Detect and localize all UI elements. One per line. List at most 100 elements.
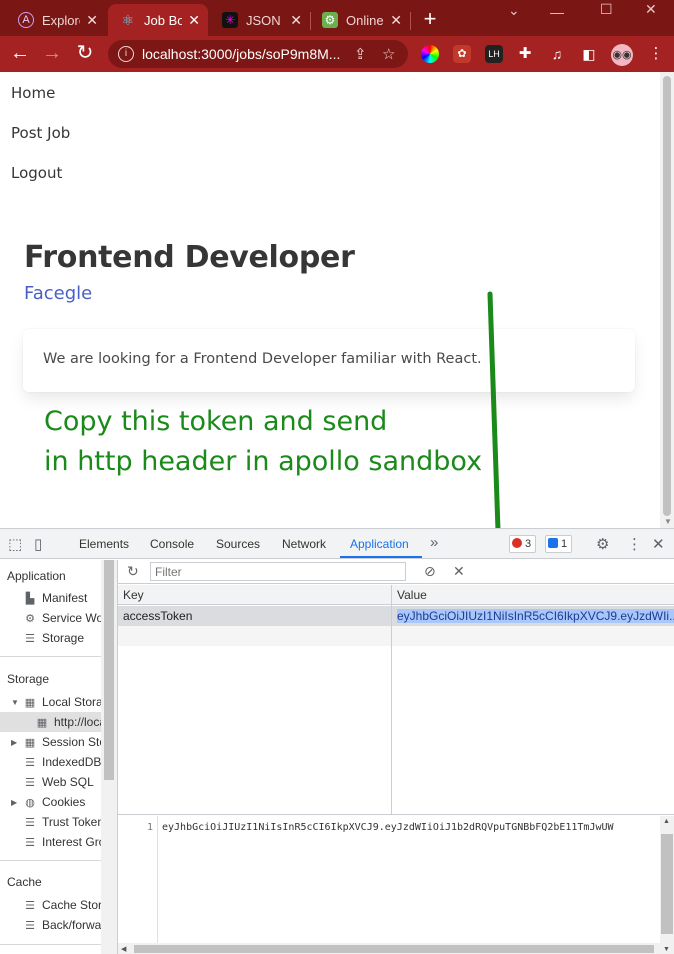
- site-info-icon[interactable]: i: [118, 46, 134, 62]
- nav-post-job-link[interactable]: Post Job: [11, 124, 70, 142]
- more-menu-icon[interactable]: ⋮: [647, 45, 665, 63]
- value-cell-text[interactable]: eyJhbGciOiJIUzI1NiIsInR5cCI6IkpXVCJ9.eyJ…: [397, 609, 674, 623]
- gear-icon: ⚙: [322, 12, 338, 28]
- preview-vertical-scrollbar[interactable]: ▲ ▼: [660, 816, 674, 954]
- database-icon: ☰: [25, 817, 35, 829]
- puzzle-extensions-icon[interactable]: ✚: [516, 45, 534, 63]
- back-arrow-icon[interactable]: ←: [8, 42, 32, 64]
- browser-tab-job-board[interactable]: ⚛ Job Board ✕: [108, 4, 208, 36]
- sidebar-item-trust-tokens[interactable]: ☰ Trust Tokens: [24, 812, 104, 832]
- sidebar-item-localhost-origin[interactable]: ▦ http://localhost:3000: [0, 712, 101, 732]
- refresh-icon[interactable]: ↻: [127, 563, 139, 580]
- job-title: Frontend Developer: [24, 240, 355, 275]
- nav-home-link[interactable]: Home: [11, 84, 55, 102]
- profile-avatar[interactable]: ◉◉: [611, 44, 633, 66]
- browser-tab-jwt[interactable]: ✳ JSON Web Tokens ✕: [210, 4, 310, 36]
- side-panel-icon[interactable]: ◧: [580, 45, 598, 63]
- more-tabs-icon[interactable]: »: [430, 534, 438, 551]
- sidebar-item-web-sql[interactable]: ☰ Web SQL: [24, 772, 104, 792]
- key-cell[interactable]: accessToken: [118, 606, 391, 626]
- tab-console[interactable]: Console: [150, 537, 194, 551]
- arrow-shaft: [487, 291, 502, 563]
- table-grid-icon: ▦: [24, 697, 36, 709]
- sidebar-item-session-storage[interactable]: ▦ Session Storage: [24, 732, 104, 752]
- nav-logout-link[interactable]: Logout: [11, 164, 62, 182]
- sidebar-item-label: IndexedDB: [42, 755, 102, 769]
- delete-selected-icon[interactable]: ✕: [453, 563, 465, 580]
- maximize-icon[interactable]: ☐: [600, 1, 613, 18]
- minimize-icon[interactable]: —: [550, 4, 564, 20]
- value-column-header[interactable]: Value: [392, 585, 674, 605]
- sidebar-item-storage-overview[interactable]: ☰ Storage: [24, 628, 104, 648]
- close-window-icon[interactable]: ✕: [645, 1, 657, 18]
- scrollbar-thumb[interactable]: [134, 945, 654, 953]
- page-scrollbar[interactable]: ▼: [660, 72, 674, 528]
- bookmark-star-icon[interactable]: ☆: [382, 45, 395, 63]
- tab-network[interactable]: Network: [282, 537, 326, 551]
- sidebar-item-label: Service Workers: [42, 611, 104, 625]
- reload-icon[interactable]: ↻: [73, 42, 97, 64]
- sidebar-scrollbar[interactable]: [101, 560, 117, 954]
- extension-icon[interactable]: ✿: [453, 45, 471, 63]
- browser-toolbar: ← → ↻ i localhost:3000/jobs/soP9m8M... ⇪…: [0, 36, 674, 72]
- sidebar-item-indexeddb[interactable]: ☰ IndexedDB: [24, 752, 104, 772]
- share-icon[interactable]: ⇪: [354, 45, 367, 63]
- tab-application[interactable]: Application: [350, 537, 409, 551]
- error-count-badge[interactable]: 3: [509, 535, 537, 553]
- database-icon: ☰: [25, 900, 35, 912]
- page-content: Home Post Job Logout Frontend Developer …: [0, 72, 674, 528]
- annotation-line-2: in http header in apollo sandbox: [44, 446, 483, 477]
- expanded-triangle-icon[interactable]: ▼: [11, 698, 19, 707]
- close-tab-icon[interactable]: ✕: [290, 12, 302, 29]
- key-column-header[interactable]: Key: [118, 585, 391, 605]
- sidebar-item-interest-groups[interactable]: ☰ Interest Groups: [24, 832, 104, 852]
- browser-tab-online[interactable]: ⚙ Online ✕: [310, 4, 410, 36]
- device-toolbar-icon[interactable]: ▯: [34, 535, 42, 553]
- sidebar-item-label: Storage: [42, 631, 85, 645]
- clear-all-icon[interactable]: ⊘: [424, 563, 436, 580]
- settings-gear-icon[interactable]: ⚙: [596, 535, 609, 553]
- sidebar-item-back-forward-cache[interactable]: ☰ Back/forward cache: [24, 915, 104, 935]
- close-tab-icon[interactable]: ✕: [86, 12, 98, 29]
- forward-arrow-icon[interactable]: →: [40, 42, 64, 64]
- sidebar-item-service-workers[interactable]: ⚙ Service Workers: [24, 608, 104, 628]
- table-row-empty: [118, 626, 674, 646]
- inspect-element-icon[interactable]: ⬚: [8, 535, 22, 553]
- browser-tab-explorer[interactable]: A Explorer ✕: [6, 4, 106, 36]
- devtools-menu-icon[interactable]: ⋮: [627, 535, 642, 553]
- filter-input[interactable]: [150, 562, 406, 581]
- sidebar-item-label: Trust Tokens: [42, 815, 104, 829]
- media-control-icon[interactable]: ♫: [548, 45, 566, 63]
- sidebar-item-local-storage[interactable]: ▦ Local Storage: [24, 692, 104, 712]
- collapsed-triangle-icon[interactable]: ▶: [11, 798, 17, 807]
- new-tab-icon[interactable]: +: [418, 6, 442, 32]
- tab-sources[interactable]: Sources: [216, 537, 260, 551]
- company-link[interactable]: Facegle: [24, 283, 92, 304]
- database-icon: ☰: [25, 633, 35, 645]
- scroll-down-arrow-icon[interactable]: ▼: [664, 517, 672, 526]
- scroll-down-arrow-icon[interactable]: ▼: [663, 946, 670, 953]
- scrollbar-thumb[interactable]: [104, 560, 114, 780]
- close-devtools-icon[interactable]: ✕: [652, 535, 665, 553]
- value-cell[interactable]: eyJhbGciOiJIUzI1NiIsInR5cCI6IkpXVCJ9.eyJ…: [392, 606, 674, 626]
- close-tab-icon[interactable]: ✕: [390, 12, 402, 29]
- scroll-up-arrow-icon[interactable]: ▲: [663, 818, 670, 825]
- scrollbar-thumb[interactable]: [663, 76, 671, 516]
- url-text[interactable]: localhost:3000/jobs/soP9m8M...: [142, 46, 340, 62]
- collapsed-triangle-icon[interactable]: ▶: [11, 738, 17, 747]
- color-picker-extension-icon[interactable]: [421, 45, 439, 63]
- address-bar[interactable]: i localhost:3000/jobs/soP9m8M... ⇪ ☆: [108, 40, 408, 68]
- tab-elements[interactable]: Elements: [79, 537, 129, 551]
- close-tab-icon[interactable]: ✕: [188, 12, 200, 29]
- tab-search-chevron-icon[interactable]: ⌄: [508, 2, 520, 19]
- preview-horizontal-scrollbar[interactable]: ◀: [118, 943, 660, 954]
- scrollbar-thumb[interactable]: [661, 834, 673, 934]
- sidebar-item-label: Web SQL: [42, 775, 94, 789]
- lighthouse-extension-icon[interactable]: LH: [485, 45, 503, 63]
- scroll-left-arrow-icon[interactable]: ◀: [121, 945, 126, 953]
- token-preview-text[interactable]: eyJhbGciOiJIUzI1NiIsInR5cCI6IkpXVCJ9.eyJ…: [162, 822, 614, 833]
- message-count-badge[interactable]: 1: [545, 535, 573, 553]
- sidebar-item-manifest[interactable]: ▙ Manifest: [24, 588, 104, 608]
- sidebar-item-cookies[interactable]: ◍ Cookies: [24, 792, 104, 812]
- sidebar-item-cache-storage[interactable]: ☰ Cache Storage: [24, 895, 104, 915]
